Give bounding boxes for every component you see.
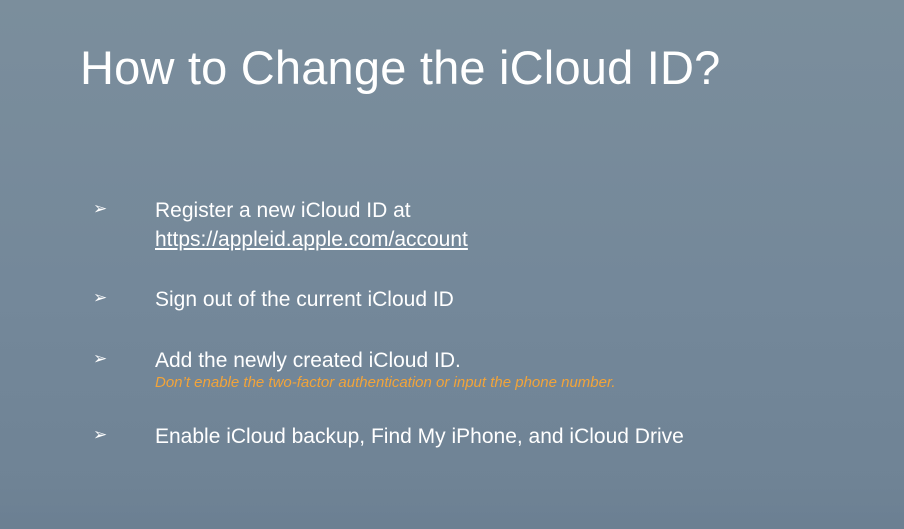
bullet-text-sign-out: Sign out of the current iCloud ID [155, 288, 454, 311]
bullet-text-enable-services: Enable iCloud backup, Find My iPhone, an… [155, 425, 684, 448]
presentation-slide: How to Change the iCloud ID? ➢ Register … [0, 0, 904, 529]
appleid-account-link[interactable]: https://appleid.apple.com/account [155, 228, 468, 251]
bullet-text-register-label: Register a new iCloud ID at [155, 199, 411, 222]
slide-bottom-band [0, 484, 904, 529]
bullet-text-add-id: Add the newly created iCloud ID. Don’t e… [155, 346, 616, 391]
arrow-bullet-icon: ➢ [93, 425, 108, 445]
arrow-bullet-icon: ➢ [93, 288, 108, 308]
bullet-text-register: Register a new iCloud ID at https://appl… [155, 196, 468, 254]
warning-note: Don’t enable the two-factor authenticati… [155, 374, 616, 391]
bullet-list: ➢ Register a new iCloud ID at https://ap… [0, 0, 904, 529]
arrow-bullet-icon: ➢ [93, 199, 108, 219]
arrow-bullet-icon: ➢ [93, 349, 108, 369]
bullet-text-add-id-label: Add the newly created iCloud ID. [155, 349, 461, 372]
